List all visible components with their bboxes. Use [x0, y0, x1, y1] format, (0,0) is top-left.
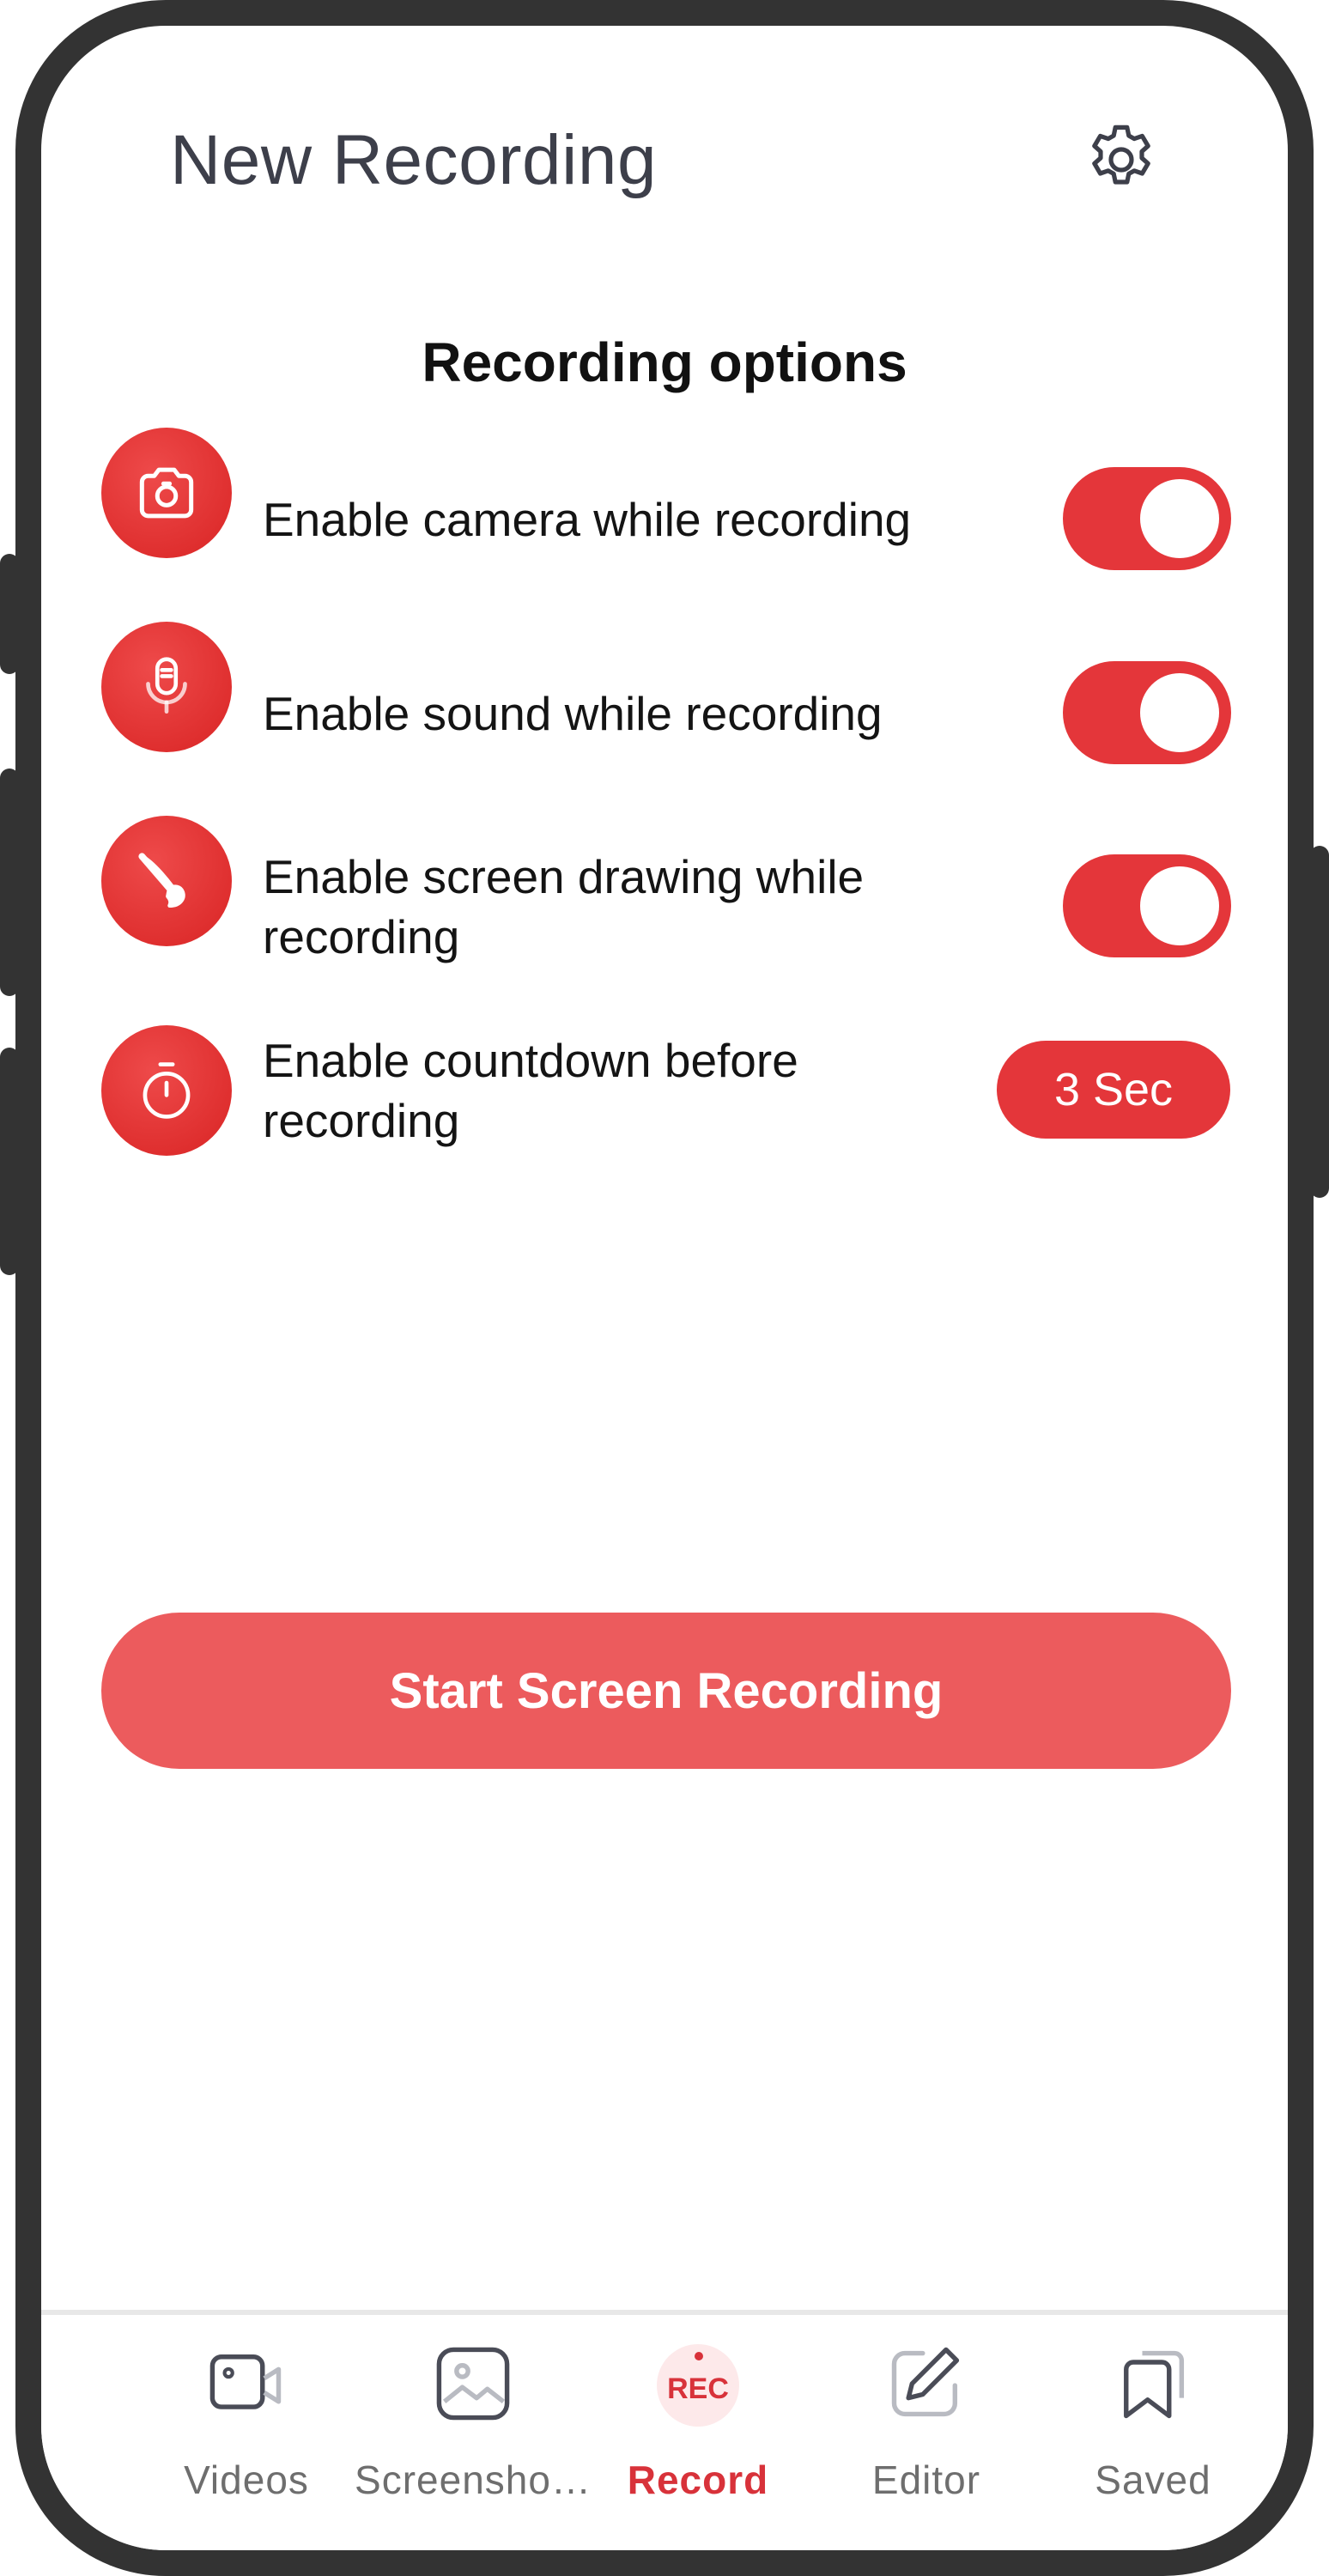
- brush-icon: [101, 816, 232, 946]
- nav-label-videos: Videos: [184, 2458, 309, 2502]
- nav-label-screenshots: Screensho…: [355, 2458, 592, 2502]
- nav-item-record[interactable]: REC Record: [591, 2315, 805, 2538]
- toggle-knob: [1140, 479, 1219, 558]
- drawing-toggle[interactable]: [1063, 854, 1231, 957]
- record-icon: REC: [657, 2344, 739, 2427]
- camera-icon: [101, 428, 232, 558]
- video-camera-icon: [209, 2354, 282, 2409]
- camera-toggle[interactable]: [1063, 467, 1231, 570]
- app-screen: New Recording Recording options Enable c…: [41, 26, 1288, 2550]
- bottom-navigation: Videos Screensho… REC Record Editor Save…: [41, 2310, 1288, 2550]
- nav-label-editor: Editor: [871, 2458, 981, 2502]
- settings-gear-icon[interactable]: [1080, 118, 1162, 201]
- start-screen-recording-button[interactable]: Start Screen Recording: [101, 1613, 1231, 1769]
- stopwatch-icon: [101, 1025, 232, 1156]
- nav-item-videos[interactable]: Videos: [139, 2315, 354, 2538]
- nav-label-saved: Saved: [1095, 2458, 1211, 2502]
- phone-frame: New Recording Recording options Enable c…: [15, 0, 1314, 2576]
- nav-label-record: Record: [627, 2458, 769, 2502]
- image-icon: [436, 2347, 510, 2421]
- bookmark-icon: [1124, 2350, 1185, 2419]
- option-label-sound: Enable sound while recording: [263, 687, 883, 740]
- option-label-camera: Enable camera while recording: [263, 493, 912, 546]
- countdown-seconds-button[interactable]: 3 Sec: [997, 1041, 1230, 1139]
- option-label-drawing: Enable screen drawing while recording: [263, 850, 865, 963]
- nav-item-saved[interactable]: Saved: [1046, 2315, 1260, 2538]
- pencil-square-icon: [891, 2347, 960, 2417]
- nav-item-editor[interactable]: Editor: [819, 2315, 1034, 2538]
- page-title: New Recording: [170, 121, 658, 199]
- toggle-knob: [1140, 673, 1219, 752]
- option-label-countdown: Enable countdown before recording: [263, 1034, 798, 1147]
- sound-toggle[interactable]: [1063, 661, 1231, 764]
- toggle-knob: [1140, 866, 1219, 945]
- svg-text:REC: REC: [667, 2372, 729, 2405]
- microphone-icon: [101, 622, 232, 752]
- section-title: Recording options: [422, 331, 907, 393]
- nav-item-screenshots[interactable]: Screensho…: [355, 2315, 591, 2538]
